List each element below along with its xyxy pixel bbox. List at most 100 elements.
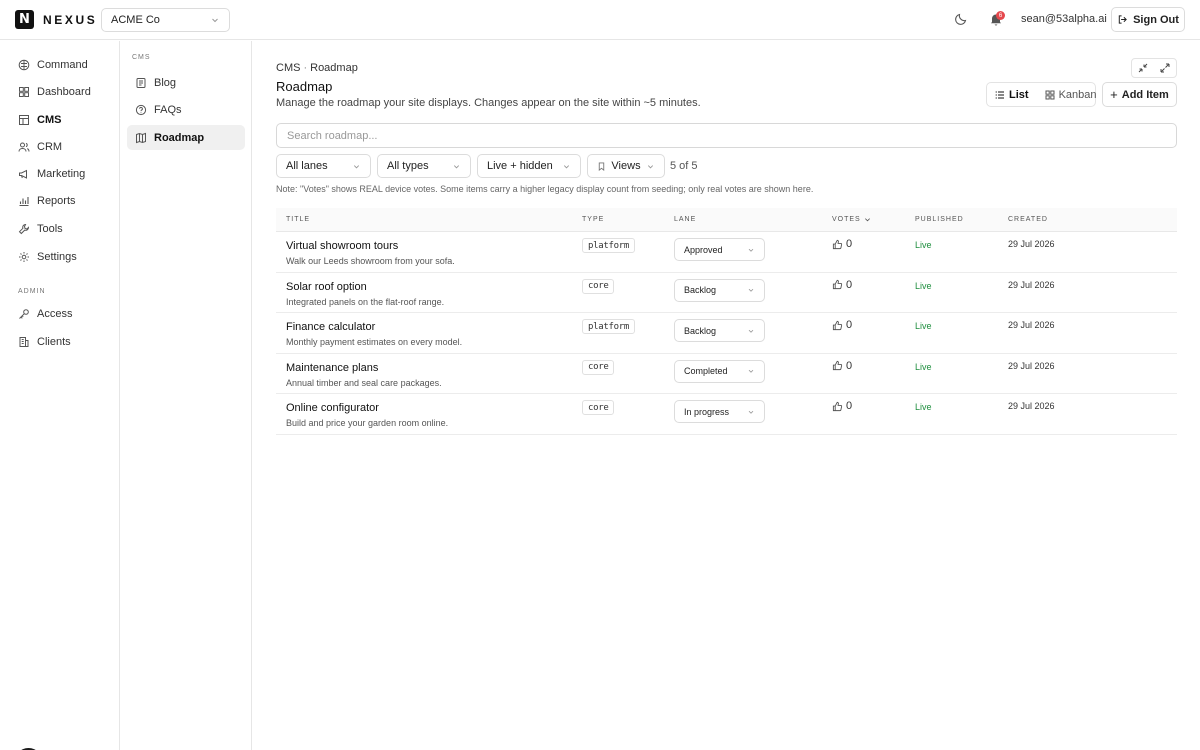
sidebar-item-label: Dashboard	[37, 86, 91, 98]
thumbs-up-icon	[832, 320, 843, 330]
visibility-filter-value: Live + hidden	[487, 160, 553, 172]
column-header-type[interactable]: TYPE	[582, 216, 604, 223]
votes-count: 0	[832, 360, 852, 372]
item-title[interactable]: Virtual showroom tours	[286, 240, 398, 252]
view-toggle: List Kanban	[986, 82, 1097, 107]
organization-select[interactable]: ACME Co	[101, 8, 230, 32]
subnav-item-label: FAQs	[154, 103, 182, 116]
sidebar-item-marketing[interactable]: Marketing	[8, 162, 112, 186]
table-row[interactable]: Online configurator Build and price your…	[276, 394, 1177, 435]
subnav-item-faqs[interactable]: FAQs	[127, 97, 245, 122]
breadcrumb-root[interactable]: CMS	[276, 62, 300, 74]
sidebar-item-dashboard[interactable]: Dashboard	[8, 80, 112, 104]
column-header-lane[interactable]: LANE	[674, 216, 696, 223]
chevron-down-icon	[748, 369, 754, 373]
item-title[interactable]: Online configurator	[286, 402, 379, 414]
kanban-view-label: Kanban	[1058, 88, 1097, 101]
subnav-item-label: Blog	[154, 76, 177, 89]
sidebar-item-label: Marketing	[37, 168, 86, 180]
minimize-icon[interactable]	[1138, 63, 1148, 73]
command-icon	[18, 59, 30, 71]
sidebar-item-label: Settings	[37, 251, 77, 263]
thumbs-up-icon	[832, 360, 843, 371]
list-icon	[995, 90, 1004, 99]
logo[interactable]: N	[15, 10, 34, 29]
sidebar-item-command[interactable]: Command	[8, 53, 112, 77]
thumbs-up-icon	[832, 279, 843, 290]
subnav-item-roadmap[interactable]: Roadmap	[127, 125, 245, 150]
lane-select[interactable]: In progress	[674, 400, 765, 423]
sign-out-icon	[1118, 15, 1127, 24]
sidebar-item-label: Clients	[37, 336, 71, 348]
lane-select[interactable]: Backlog	[674, 278, 765, 302]
search-input[interactable]	[276, 123, 1177, 148]
views-label: Views	[611, 160, 641, 172]
breadcrumb: CMS · Roadmap	[276, 62, 358, 74]
chevron-down-icon	[748, 288, 754, 292]
page-title: Roadmap	[276, 79, 333, 94]
roadmap-table: TITLE TYPE LANE VOTES PUBLISHED CREATED …	[276, 208, 1177, 435]
type-tag: core	[582, 278, 615, 294]
cms-subnav: CMS Blog FAQs Roadmap	[120, 41, 252, 750]
item-title[interactable]: Maintenance plans	[286, 362, 378, 374]
chevron-down-icon	[748, 410, 754, 414]
table-row[interactable]: Maintenance plans Annual timber and seal…	[276, 354, 1177, 394]
published-status: Live	[915, 280, 932, 291]
sidebar-item-cms[interactable]: CMS	[8, 108, 112, 132]
lane-select[interactable]: Approved	[674, 238, 765, 261]
sort-desc-icon	[864, 218, 870, 222]
created-date: 29 Jul 2026	[1008, 239, 1055, 249]
thumbs-up-icon	[832, 239, 843, 249]
column-header-created[interactable]: CREATED	[1008, 216, 1048, 223]
key-icon	[19, 309, 29, 319]
window-controls	[1131, 58, 1177, 78]
users-icon	[18, 142, 30, 152]
item-title[interactable]: Finance calculator	[286, 321, 375, 333]
subnav-item-label: Roadmap	[154, 131, 205, 144]
kanban-view-button[interactable]: Kanban	[1037, 83, 1105, 106]
votes-count: 0	[832, 279, 852, 291]
result-count: 5 of 5	[670, 160, 698, 172]
sidebar-item-reports[interactable]: Reports	[8, 189, 112, 213]
table-row[interactable]: Finance calculator Monthly payment estim…	[276, 313, 1177, 354]
item-subtitle: Build and price your garden room online.	[286, 418, 449, 428]
moon-icon[interactable]	[953, 11, 969, 27]
item-title[interactable]: Solar roof option	[286, 281, 367, 293]
sidebar-item-settings[interactable]: Settings	[8, 245, 112, 269]
visibility-filter-select[interactable]: Live + hidden	[477, 154, 581, 178]
types-filter-select[interactable]: All types	[377, 154, 471, 178]
views-button[interactable]: Views	[587, 154, 665, 178]
sign-out-button[interactable]: Sign Out	[1111, 7, 1185, 32]
item-subtitle: Integrated panels on the flat-roof range…	[286, 296, 445, 307]
sidebar-item-access[interactable]: Access	[8, 302, 112, 326]
item-subtitle: Monthly payment estimates on every model…	[286, 337, 463, 347]
column-header-published[interactable]: PUBLISHED	[915, 216, 964, 223]
list-view-button[interactable]: List	[987, 83, 1037, 106]
page-description: Manage the roadmap your site displays. C…	[276, 97, 701, 109]
lane-select[interactable]: Backlog	[674, 319, 765, 342]
sidebar-item-crm[interactable]: CRM	[8, 135, 112, 159]
megaphone-icon	[19, 169, 27, 179]
main-content: CMS · Roadmap Roadmap Manage the roadmap y…	[252, 41, 1200, 750]
subnav-item-blog[interactable]: Blog	[127, 70, 245, 95]
sidebar-item-clients[interactable]: Clients	[8, 330, 112, 354]
lane-select[interactable]: Completed	[674, 359, 765, 383]
table-row[interactable]: Solar roof option Integrated panels on t…	[276, 273, 1177, 313]
item-subtitle: Annual timber and seal care packages.	[286, 377, 442, 388]
chevron-down-icon	[453, 164, 460, 168]
document-icon	[136, 77, 146, 88]
chevron-down-icon	[563, 164, 570, 168]
chevron-down-icon	[748, 329, 754, 333]
map-icon	[136, 132, 146, 143]
maximize-icon[interactable]	[1160, 63, 1170, 73]
sidebar-item-tools[interactable]: Tools	[8, 217, 112, 241]
created-date: 29 Jul 2026	[1008, 320, 1055, 330]
sidebar-item-label: CMS	[37, 114, 62, 126]
add-item-button[interactable]: + Add Item	[1102, 82, 1177, 107]
wrench-icon	[18, 223, 30, 235]
column-header-votes[interactable]: VOTES	[832, 216, 871, 223]
published-status: Live	[915, 321, 932, 331]
table-row[interactable]: Virtual showroom tours Walk our Leeds sh…	[276, 232, 1177, 273]
column-header-title[interactable]: TITLE	[286, 216, 310, 223]
lanes-filter-select[interactable]: All lanes	[276, 154, 371, 178]
